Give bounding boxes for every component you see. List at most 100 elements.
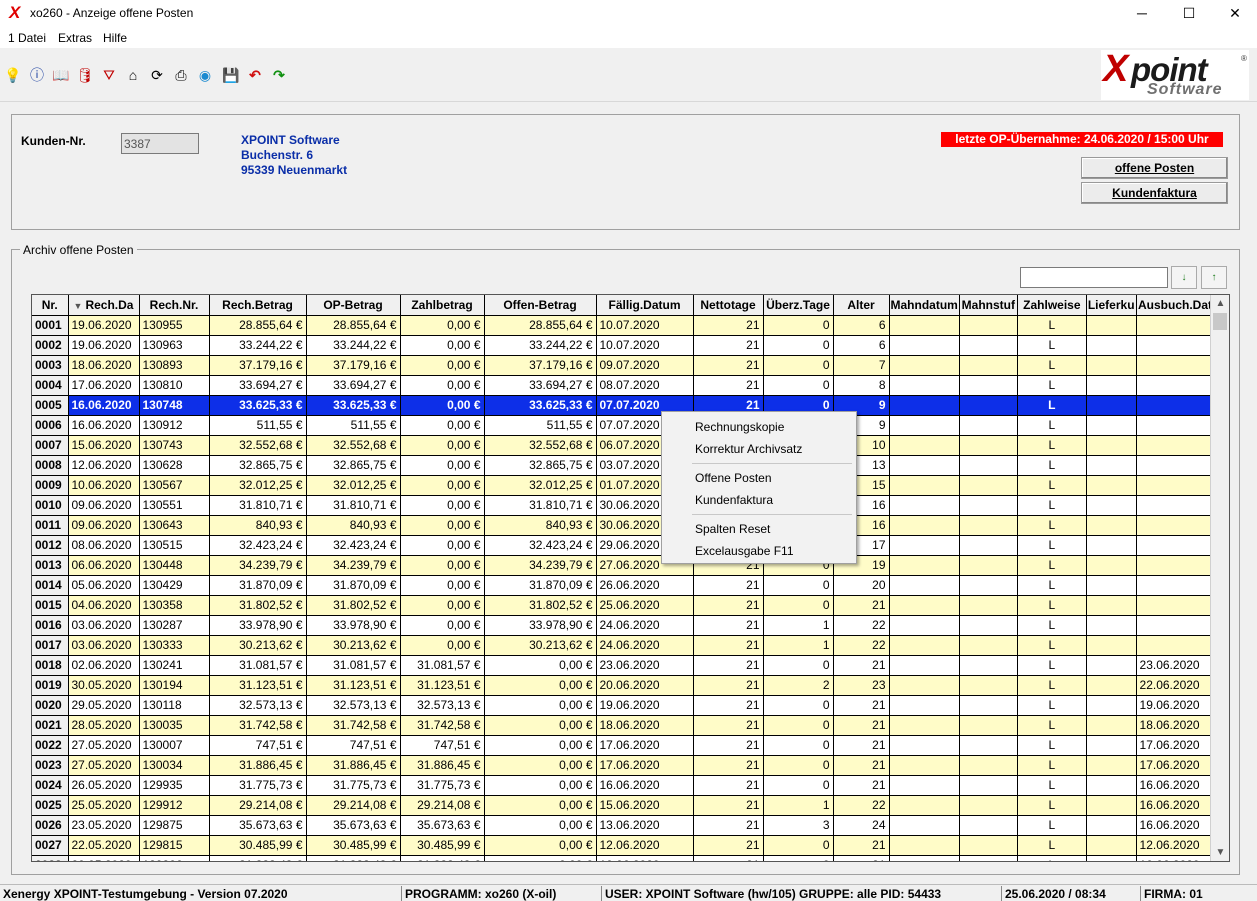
- col-rech-datum-header[interactable]: ▼ Rech.Da: [68, 295, 140, 316]
- table-row[interactable]: 0025 25.05.2020 129912 29.214,08 €29.214,08…: [32, 795, 1215, 816]
- col-mahndatum-cell: [889, 855, 960, 861]
- offene-posten-button[interactable]: offene Posten: [1081, 157, 1228, 179]
- search-up-button[interactable]: ↑: [1201, 266, 1227, 289]
- refresh-icon[interactable]: ⟳: [147, 65, 167, 85]
- search-down-button[interactable]: ↓: [1171, 266, 1197, 289]
- col-mahnstufe-cell: [959, 415, 1018, 436]
- col-nettotage-cell: 21: [693, 635, 764, 656]
- col-zahlbetrag-cell: 0,00 €: [400, 415, 485, 436]
- minimize-button[interactable]: ─: [1119, 0, 1165, 26]
- search-input[interactable]: [1020, 267, 1168, 288]
- table-row[interactable]: 0018 02.06.2020 130241 31.081,57 €31.081,57…: [32, 655, 1215, 676]
- table-row[interactable]: 0010 09.06.2020 130551 31.810,71 €31.810,71…: [32, 495, 1215, 516]
- ctx-kundenfaktura[interactable]: Kundenfaktura: [695, 493, 773, 507]
- ctx-spalten-reset[interactable]: Spalten Reset: [695, 522, 770, 536]
- vertical-scrollbar[interactable]: ▲ ▼: [1210, 295, 1229, 861]
- undo-icon[interactable]: ↶: [245, 65, 265, 85]
- col-lieferkunde-header[interactable]: Lieferku: [1086, 295, 1137, 316]
- col-ueberz-tage-cell: 0: [763, 575, 834, 596]
- table-row[interactable]: 0003 18.06.2020 130893 37.179,16 €37.179,16…: [32, 355, 1215, 376]
- column-header-label: Mahndatum: [890, 297, 958, 312]
- col-nr-header[interactable]: Nr.: [32, 295, 69, 316]
- column-header-label: Zahlweise: [1023, 297, 1081, 312]
- col-nettotage-header[interactable]: Nettotage: [693, 295, 764, 316]
- col-alter-header[interactable]: Alter: [833, 295, 890, 316]
- col-zahlbetrag-header[interactable]: Zahlbetrag: [400, 295, 485, 316]
- table-row[interactable]: 0009 10.06.2020 130567 32.012,25 €32.012,25…: [32, 475, 1215, 496]
- col-ueberz-tage-header[interactable]: Überz.Tage: [763, 295, 834, 316]
- table-row[interactable]: 0020 29.05.2020 130118 32.573,13 €32.573,13…: [32, 695, 1215, 716]
- col-zahlweise-cell: L: [1017, 795, 1087, 816]
- home-icon[interactable]: ⌂: [123, 65, 143, 85]
- col-rech-betrag-header[interactable]: Rech.Betrag: [209, 295, 307, 316]
- ctx-offene-posten[interactable]: Offene Posten: [695, 471, 772, 485]
- table-row[interactable]: 0004 17.06.2020 130810 33.694,27 €33.694,27…: [32, 375, 1215, 396]
- redo-icon[interactable]: ↷: [269, 65, 289, 85]
- col-op-betrag-cell: 28.855,64 €: [306, 315, 401, 336]
- col-zahlweise-header[interactable]: Zahlweise: [1017, 295, 1087, 316]
- table-row[interactable]: 0017 03.06.2020 130333 30.213,62 €30.213,62…: [32, 635, 1215, 656]
- col-rech-nr-header[interactable]: Rech.Nr.: [139, 295, 210, 316]
- col-lieferkunde-cell: [1086, 475, 1137, 496]
- col-mahndatum-header[interactable]: Mahndatum: [889, 295, 960, 316]
- menu-hilfe[interactable]: Hilfe: [103, 31, 127, 45]
- close-button[interactable]: ✕: [1212, 0, 1257, 26]
- table-row[interactable]: 0006 16.06.2020 130912 511,55 €511,55 €0,00…: [32, 415, 1215, 436]
- table-row[interactable]: 0014 05.06.2020 130429 31.870,09 €31.870,09…: [32, 575, 1215, 596]
- table-row[interactable]: 0015 04.06.2020 130358 31.802,52 €31.802,52…: [32, 595, 1215, 616]
- col-ueberz-tage-cell: 0: [763, 755, 834, 776]
- menu-datei[interactable]: 1 Datei: [8, 31, 46, 45]
- scroll-thumb[interactable]: [1213, 313, 1227, 330]
- lightbulb-icon[interactable]: 💡: [3, 65, 23, 85]
- col-zahlweise-cell: L: [1017, 855, 1087, 861]
- table-row[interactable]: 0008 12.06.2020 130628 32.865,75 €32.865,75…: [32, 455, 1215, 476]
- col-mahnstufe-header[interactable]: Mahnstuf: [959, 295, 1018, 316]
- menu-extras[interactable]: Extras: [58, 31, 92, 45]
- col-op-betrag-header[interactable]: OP-Betrag: [306, 295, 401, 316]
- maximize-button[interactable]: ☐: [1166, 0, 1212, 26]
- help-icon[interactable]: ◉: [195, 65, 215, 85]
- table-row[interactable]: 0022 27.05.2020 130007 747,51 €747,51 €747,…: [32, 735, 1215, 756]
- info-icon[interactable]: ⓘ: [27, 65, 47, 85]
- table-row[interactable]: 0013 06.06.2020 130448 34.239,79 €34.239,79…: [32, 555, 1215, 576]
- database-icon[interactable]: 🛢: [75, 65, 95, 85]
- table-row[interactable]: 0019 30.05.2020 130194 31.123,51 €31.123,51…: [32, 675, 1215, 696]
- table-row[interactable]: 0001 19.06.2020 130955 28.855,64 €28.855,64…: [32, 315, 1215, 336]
- col-zahlbetrag-cell: 0,00 €: [400, 435, 485, 456]
- table-row[interactable]: 0027 22.05.2020 129815 30.485,99 €30.485,99…: [32, 835, 1215, 856]
- ctx-korrektur-archivsatz[interactable]: Korrektur Archivsatz: [695, 442, 802, 456]
- customer-number-field[interactable]: 3387: [121, 133, 199, 154]
- table-row[interactable]: 0005 16.06.2020 130748 33.625,33 €33.625,33…: [32, 395, 1215, 416]
- col-faellig-datum-header[interactable]: Fällig.Datum: [596, 295, 694, 316]
- save-icon[interactable]: 💾: [221, 65, 241, 85]
- table-row[interactable]: 0002 19.06.2020 130963 33.244,22 €33.244,22…: [32, 335, 1215, 356]
- col-ausbuch-datum-header[interactable]: Ausbuch.Dat: [1136, 295, 1215, 316]
- open-items-grid[interactable]: Nr. ▼ Rech.Da Rech.Nr. Rech.Betrag OP-Betrag Z…: [31, 294, 1230, 862]
- scroll-down-icon[interactable]: ▼: [1211, 844, 1229, 861]
- col-faellig-datum-cell: 08.07.2020: [596, 375, 694, 396]
- filter-icon[interactable]: ⛛: [99, 65, 119, 85]
- col-offen-betrag-cell: 33.244,22 €: [484, 335, 597, 356]
- col-ausbuch-datum-cell: 10.06.2020: [1136, 855, 1215, 861]
- table-row[interactable]: 0021 28.05.2020 130035 31.742,58 €31.742,58…: [32, 715, 1215, 736]
- table-row[interactable]: 002820.05.202012980631.333,43 €31.333,43…: [32, 855, 1215, 861]
- col-op-betrag-cell: 840,93 €: [306, 515, 401, 536]
- table-row[interactable]: 0012 08.06.2020 130515 32.423,24 €32.423,24…: [32, 535, 1215, 556]
- col-offen-betrag-header[interactable]: Offen-Betrag: [484, 295, 597, 316]
- table-row[interactable]: 0011 09.06.2020 130643 840,93 €840,93 €0,00…: [32, 515, 1215, 536]
- table-row[interactable]: 0016 03.06.2020 130287 33.978,90 €33.978,90…: [32, 615, 1215, 636]
- print-icon[interactable]: ⎙: [171, 65, 191, 85]
- ctx-excelausgabe[interactable]: Excelausgabe F11: [695, 544, 794, 558]
- col-rech-datum-cell: 19.06.2020: [68, 335, 140, 356]
- book-icon[interactable]: 📖: [51, 65, 71, 85]
- table-row[interactable]: 0007 15.06.2020 130743 32.552,68 €32.552,68…: [32, 435, 1215, 456]
- table-row[interactable]: 0023 27.05.2020 130034 31.886,45 €31.886,45…: [32, 755, 1215, 776]
- scroll-up-icon[interactable]: ▲: [1211, 295, 1229, 312]
- col-op-betrag-cell: 32.423,24 €: [306, 535, 401, 556]
- table-row[interactable]: 0026 23.05.2020 129875 35.673,63 €35.673,63…: [32, 815, 1215, 836]
- table-row[interactable]: 0024 26.05.2020 129935 31.775,73 €31.775,73…: [32, 775, 1215, 796]
- col-zahlbetrag-cell: 0,00 €: [400, 575, 485, 596]
- kundenfaktura-button[interactable]: Kundenfaktura: [1081, 182, 1228, 204]
- ctx-rechnungskopie[interactable]: Rechnungskopie: [695, 420, 784, 434]
- col-nr-cell: 0012: [32, 535, 69, 556]
